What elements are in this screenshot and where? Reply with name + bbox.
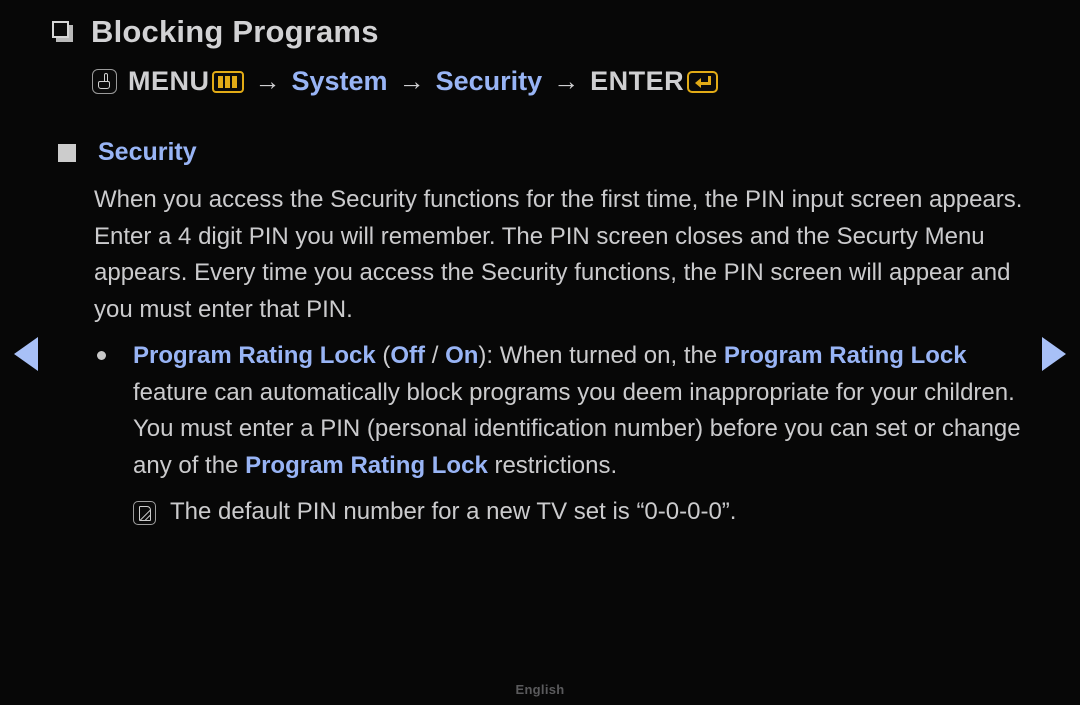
square-outline-bullet-icon	[52, 21, 73, 42]
list-item-text-3: restrictions.	[487, 451, 618, 479]
menu-path-enter-label[interactable]: ENTER	[590, 66, 684, 97]
menu-bars-icon	[211, 70, 244, 93]
section-paragraph: When you access the Security functions f…	[94, 186, 1023, 323]
list-item: Program Rating Lock (Off / On): When tur…	[97, 338, 1027, 484]
round-dot-bullet-icon	[97, 351, 106, 360]
option-separator: /	[425, 342, 446, 369]
option-off[interactable]: Off	[390, 342, 425, 369]
footer-language: English	[515, 682, 565, 697]
section-heading: Security	[98, 138, 197, 166]
triangle-right-icon[interactable]	[1042, 337, 1066, 371]
menu-path-breadcrumb: MENU → System → Security → ENTER	[92, 66, 719, 97]
menu-path-menu-label[interactable]: MENU	[128, 66, 210, 97]
menu-path-system-label[interactable]: System	[292, 66, 388, 97]
enter-return-icon	[687, 70, 719, 93]
filled-square-bullet-icon	[58, 143, 76, 162]
note-pencil-icon	[133, 501, 156, 525]
option-on[interactable]: On	[445, 342, 478, 369]
menu-path-arrow-2: →	[398, 66, 425, 96]
list-item-term-3: Program Rating Lock	[245, 451, 488, 479]
menu-path-arrow-1: →	[254, 66, 281, 96]
menu-path-arrow-3: →	[553, 66, 580, 96]
list-item-text: Program Rating Lock (Off / On): When tur…	[133, 338, 1027, 484]
list-item-text-1: When turned on, the	[499, 342, 724, 369]
page-title-row: Blocking Programs	[52, 16, 379, 47]
section-heading-row: Security	[58, 138, 197, 167]
hand-press-icon	[92, 69, 117, 94]
tv-help-screen: Blocking Programs MENU → System → Securi…	[0, 0, 1080, 705]
triangle-left-icon[interactable]	[14, 337, 38, 371]
page-title: Blocking Programs	[91, 14, 379, 49]
paren-close: ):	[478, 342, 500, 369]
note-row: The default PIN number for a new TV set …	[133, 497, 1013, 527]
list-item-term-2: Program Rating Lock	[723, 342, 967, 369]
paren-open: (	[375, 342, 391, 369]
note-text: The default PIN number for a new TV set …	[170, 498, 737, 525]
list-item-term: Program Rating Lock	[133, 342, 376, 369]
menu-path-security-label[interactable]: Security	[436, 66, 543, 97]
